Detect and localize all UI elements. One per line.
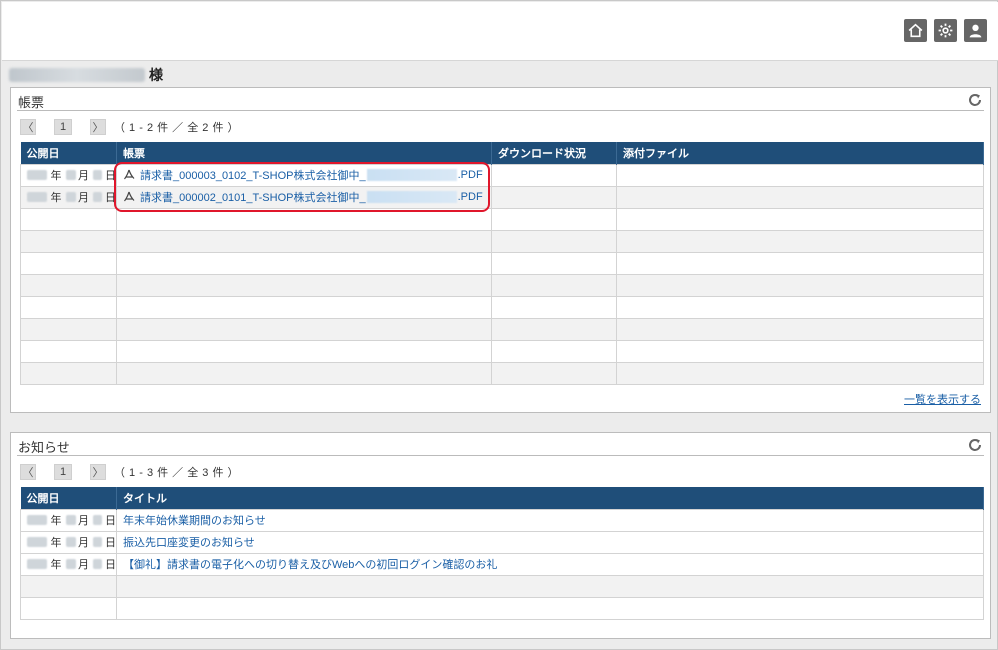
month-label: 月	[78, 192, 89, 204]
day-label: 日	[105, 170, 116, 182]
empty-row	[20, 229, 984, 253]
year-label: 年	[50, 537, 62, 549]
download-status-cell	[491, 163, 617, 187]
user-icon[interactable]	[964, 19, 987, 42]
year-label: 年	[50, 170, 62, 182]
notices-panel: お知らせ 〈 1 〉 （ 1 - 3 件 ／ 全 3 件 ） 公開日 タイトル …	[10, 432, 991, 639]
date-cell: 年月日	[20, 552, 117, 576]
notice-title-cell: 年末年始休業期間のお知らせ	[116, 508, 984, 532]
notices-table: 公開日 タイトル 年月日 年末年始休業期間のお知らせ 年月日 振込先口座変更のお…	[20, 487, 984, 620]
show-list-link[interactable]: 一覧を表示する	[904, 391, 981, 407]
notices-panel-title: お知らせ	[18, 440, 70, 455]
date-cell: 年月日	[20, 185, 117, 209]
next-page-button[interactable]: 〉	[90, 119, 106, 135]
notice-title-cell: 振込先口座変更のお知らせ	[116, 530, 984, 554]
documents-panel: 帳票 〈 1 〉 （ 1 - 2 件 ／ 全 2 件 ） 公開日 帳票 ダウンロ…	[10, 87, 991, 413]
column-header-download-status[interactable]: ダウンロード状況	[491, 142, 617, 164]
prev-page-button[interactable]: 〈	[20, 119, 36, 135]
table-row: 年 月 日 【御礼】請求書の電子化への切り替え及びWebへの初回ログイン確認のお礼	[20, 552, 984, 576]
empty-row	[20, 273, 984, 297]
top-icon-group	[904, 19, 987, 42]
empty-row	[20, 361, 984, 385]
customer-suffix: 様	[149, 67, 163, 83]
empty-row	[20, 207, 984, 231]
document-link[interactable]: 請求書_000003_0102_T-SHOP株式会社御中_ .PDF	[123, 167, 491, 183]
document-cell: 請求書_000003_0102_T-SHOP株式会社御中_ .PDF	[116, 163, 492, 187]
documents-table: 公開日 帳票 ダウンロード状況 添付ファイル 年月日 請求書_000003_01…	[20, 142, 984, 385]
pdf-icon	[124, 169, 135, 180]
day-label: 日	[105, 537, 116, 549]
column-header-published-date[interactable]: 公開日	[20, 487, 117, 509]
table-row: 年 月 日 振込先口座変更のお知らせ	[20, 530, 984, 554]
panel-divider	[17, 455, 984, 456]
documents-panel-title: 帳票	[18, 95, 45, 110]
documents-pager: 〈 1 〉 （ 1 - 2 件 ／ 全 2 件 ）	[20, 119, 239, 135]
empty-row	[20, 317, 984, 341]
column-header-attachment[interactable]: 添付ファイル	[616, 142, 984, 164]
next-page-button[interactable]: 〉	[90, 464, 106, 480]
client-name-redacted	[366, 169, 457, 181]
pdf-icon	[124, 191, 135, 202]
attachment-cell	[616, 163, 984, 187]
prev-page-button[interactable]: 〈	[20, 464, 36, 480]
notices-pager: 〈 1 〉 （ 1 - 3 件 ／ 全 3 件 ）	[20, 464, 239, 480]
empty-row	[20, 596, 984, 620]
day-label: 日	[105, 559, 116, 571]
page-number-button[interactable]: 1	[54, 464, 72, 480]
top-bar	[2, 2, 998, 61]
result-count: （ 1 - 2 件 ／ 全 2 件 ）	[114, 122, 240, 134]
date-cell: 年月日	[20, 163, 117, 187]
column-header-document[interactable]: 帳票	[116, 142, 492, 164]
customer-greeting: 様	[9, 66, 163, 84]
client-name-redacted	[366, 191, 457, 203]
refresh-icon[interactable]	[967, 92, 983, 108]
document-name: 請求書_000002_0101_T-SHOP株式会社御中_	[140, 192, 366, 204]
notice-link[interactable]: 【御礼】請求書の電子化への切り替え及びWebへの初回ログイン確認のお礼	[123, 559, 497, 571]
empty-row	[20, 295, 984, 319]
notice-title-cell: 【御礼】請求書の電子化への切り替え及びWebへの初回ログイン確認のお礼	[116, 552, 984, 576]
page-number-button[interactable]: 1	[54, 119, 72, 135]
document-extension: .PDF	[457, 169, 483, 181]
refresh-icon[interactable]	[967, 437, 983, 453]
notice-link[interactable]: 振込先口座変更のお知らせ	[123, 537, 255, 549]
attachment-cell	[616, 185, 984, 209]
year-label: 年	[50, 559, 62, 571]
document-name: 請求書_000003_0102_T-SHOP株式会社御中_	[140, 170, 366, 182]
app-frame: 様 帳票 〈 1 〉 （ 1 - 2 件 ／ 全 2 件 ） 公開日 帳票 ダウ…	[0, 0, 998, 650]
home-icon[interactable]	[904, 19, 927, 42]
customer-name-redacted	[9, 68, 145, 82]
panel-divider	[17, 110, 984, 111]
notice-link[interactable]: 年末年始休業期間のお知らせ	[123, 515, 266, 527]
month-label: 月	[78, 559, 89, 571]
document-link[interactable]: 請求書_000002_0101_T-SHOP株式会社御中_ .PDF	[123, 189, 491, 205]
table-row: 年 月 日 請求書_000003_0102_T-SHOP株式会社御中_ .PDF	[20, 163, 984, 187]
month-label: 月	[78, 515, 89, 527]
empty-row	[20, 574, 984, 598]
empty-row	[20, 339, 984, 363]
table-row: 年 月 日 年末年始休業期間のお知らせ	[20, 508, 984, 532]
year-label: 年	[50, 515, 62, 527]
day-label: 日	[105, 515, 116, 527]
day-label: 日	[105, 192, 116, 204]
download-status-cell	[491, 185, 617, 209]
document-extension: .PDF	[457, 191, 483, 203]
month-label: 月	[78, 537, 89, 549]
table-row: 年 月 日 請求書_000002_0101_T-SHOP株式会社御中_ .PDF	[20, 185, 984, 209]
date-cell: 年月日	[20, 530, 117, 554]
result-count: （ 1 - 3 件 ／ 全 3 件 ）	[114, 467, 240, 479]
year-label: 年	[50, 192, 62, 204]
column-header-title[interactable]: タイトル	[116, 487, 984, 509]
date-cell: 年月日	[20, 508, 117, 532]
empty-row	[20, 251, 984, 275]
month-label: 月	[78, 170, 89, 182]
gear-icon[interactable]	[934, 19, 957, 42]
column-header-published-date[interactable]: 公開日	[20, 142, 117, 164]
document-cell: 請求書_000002_0101_T-SHOP株式会社御中_ .PDF	[116, 185, 492, 209]
